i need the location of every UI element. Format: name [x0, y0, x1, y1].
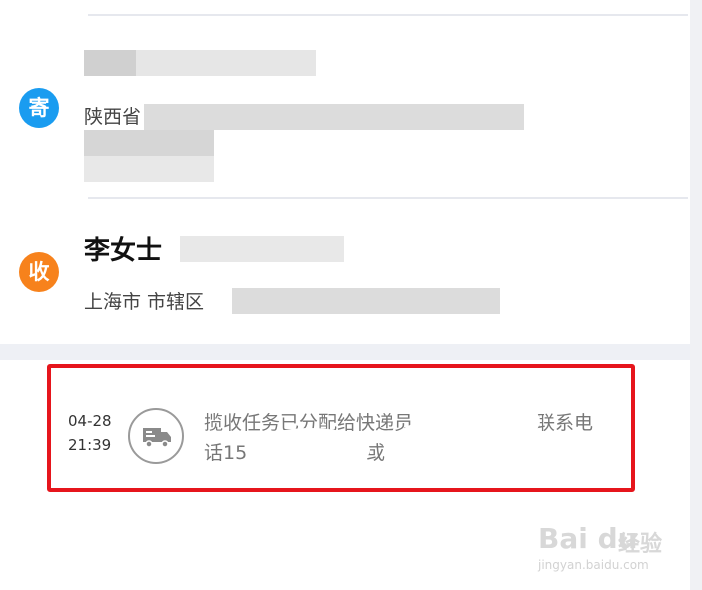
divider [88, 197, 688, 199]
redacted-address [84, 156, 214, 182]
truck-icon [128, 408, 184, 464]
redacted-address [144, 104, 524, 130]
tracking-date: 04-28 [68, 412, 112, 430]
watermark-text: 经验 [618, 532, 663, 557]
watermark-url: jingyan.baidu.com [538, 558, 649, 572]
recipient-address: 上海市 市辖区 [84, 291, 205, 313]
sender-info[interactable]: 陕西省 [84, 30, 544, 190]
sender-address: 陕西省 [84, 106, 142, 128]
redacted-address [232, 288, 500, 314]
redacted-name [136, 50, 316, 76]
redacted-address [84, 130, 214, 156]
baidu-jingyan-watermark: Bai du 经验 jingyan.baidu.com [538, 512, 668, 576]
redacted-name [180, 236, 344, 262]
tracking-phone: 话15 [204, 442, 248, 464]
section-separator [0, 344, 690, 360]
recipient-name: 李女士 [84, 236, 163, 266]
recipient-badge: 收 [19, 252, 59, 292]
redaction-blob [250, 428, 370, 472]
tracking-message-end: 联系电 [536, 412, 594, 434]
divider [88, 14, 688, 16]
tracking-time: 21:39 [68, 436, 112, 454]
redaction-blob [448, 398, 540, 444]
sender-badge: 寄 [19, 88, 59, 128]
redacted-name [84, 50, 136, 76]
scrollbar-track[interactable] [690, 0, 702, 590]
